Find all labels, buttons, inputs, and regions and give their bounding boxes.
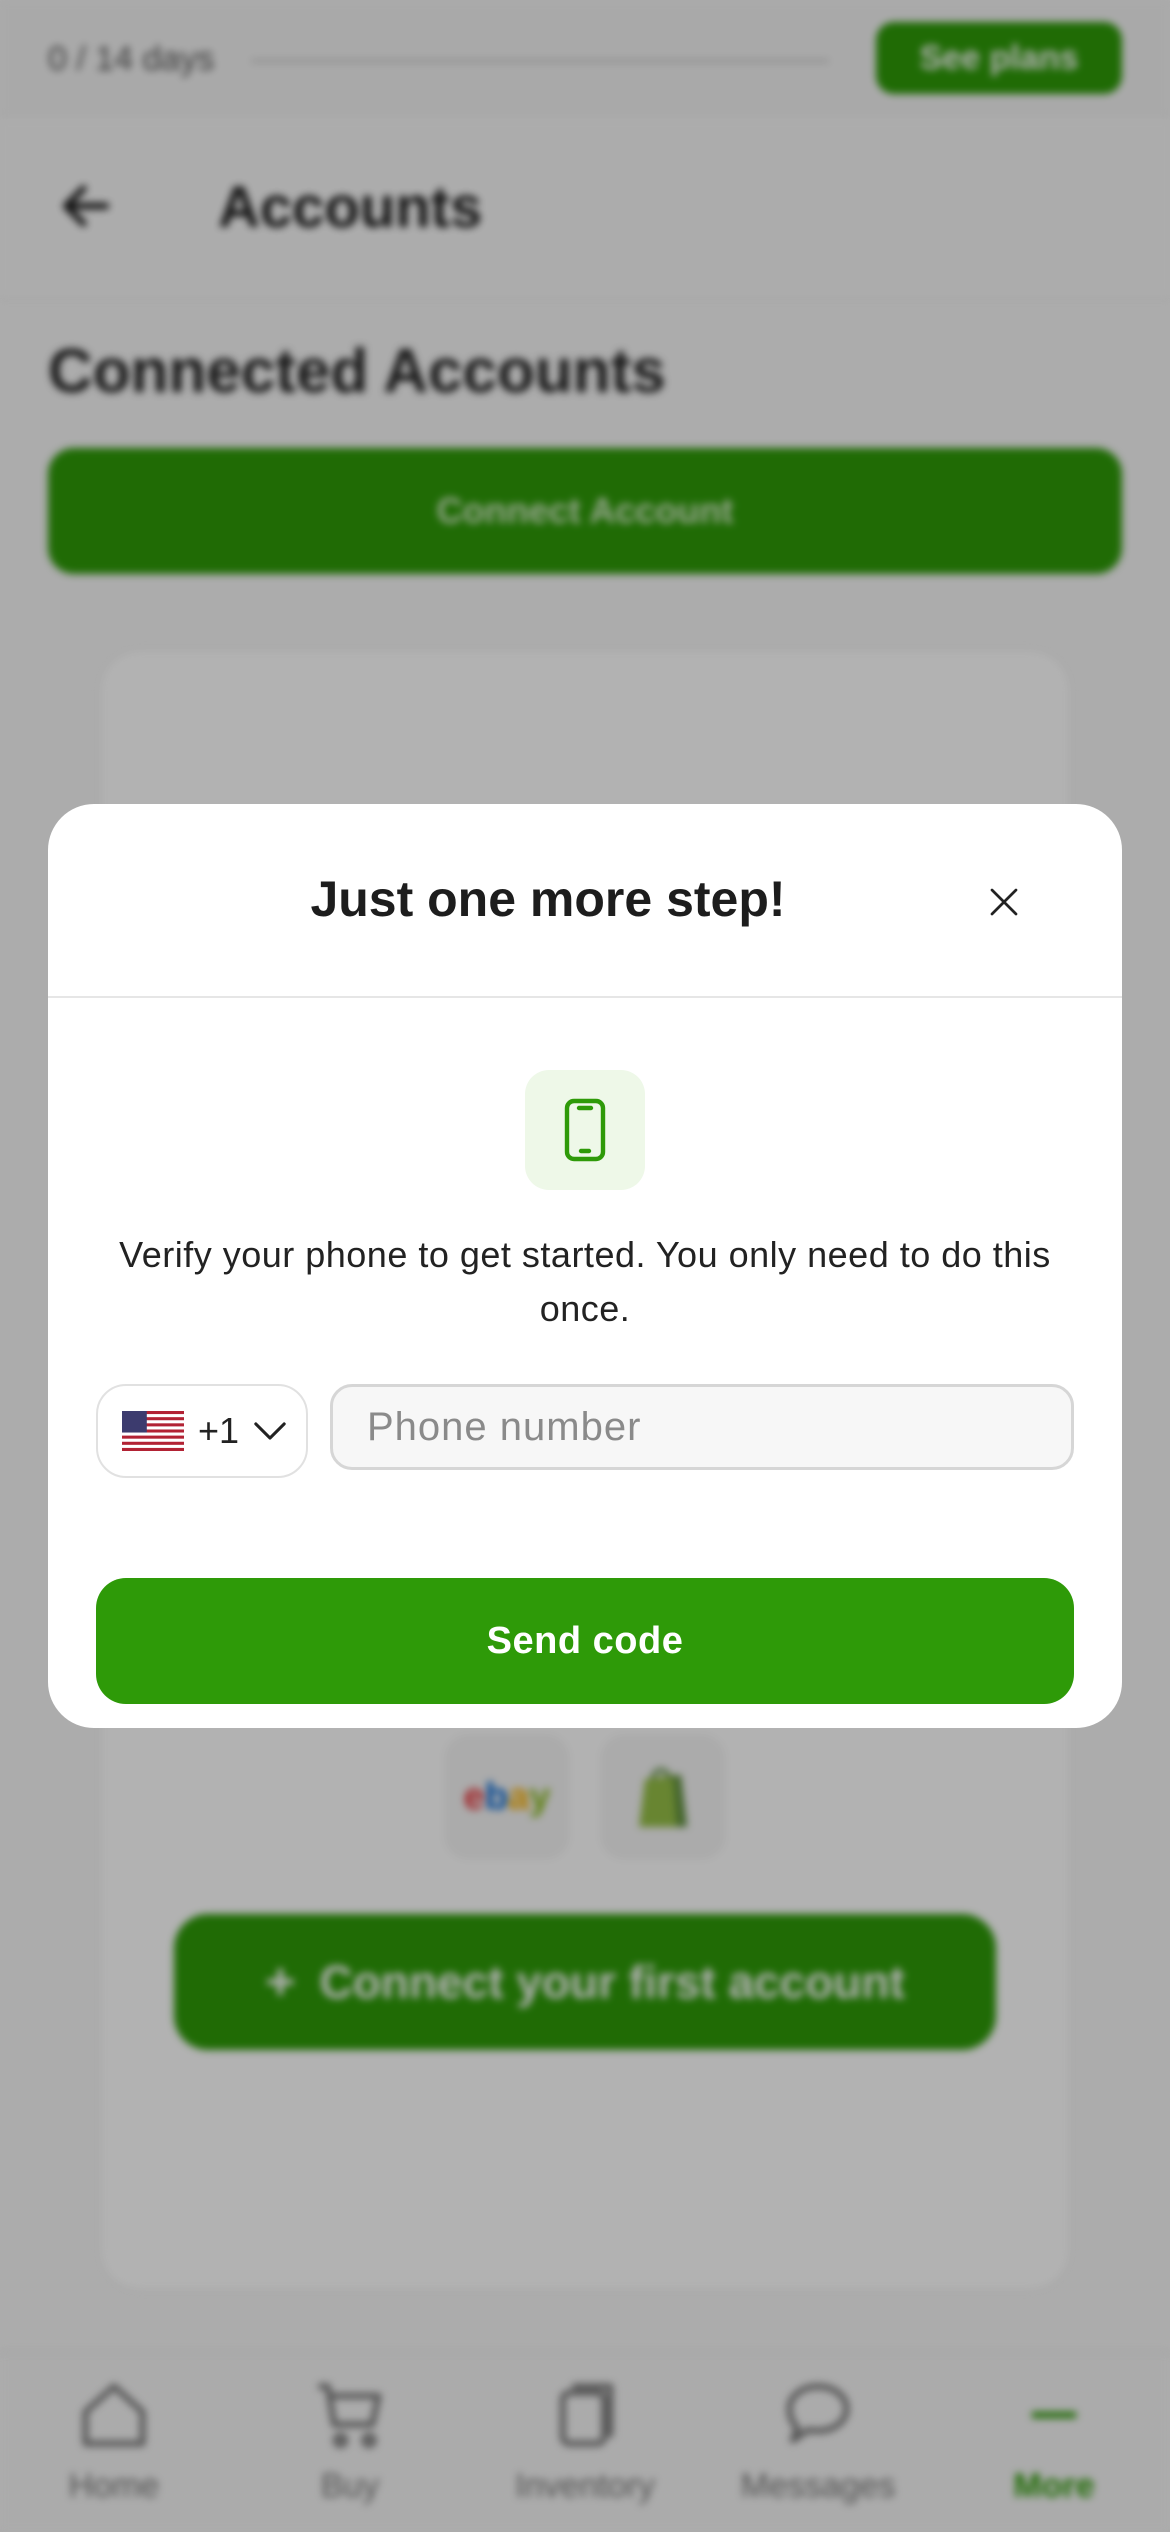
close-icon — [990, 888, 1018, 916]
chevron-down-icon — [254, 1422, 286, 1440]
phone-number-input[interactable] — [330, 1384, 1074, 1470]
us-flag-icon — [122, 1411, 184, 1451]
modal-description: Verify your phone to get started. You on… — [119, 1234, 1051, 1329]
modal-header: Just one more step! — [48, 804, 1122, 998]
send-code-button[interactable]: Send code — [96, 1578, 1074, 1704]
verify-phone-modal: Just one more step! Verify your phone to… — [48, 804, 1122, 1728]
modal-title: Just one more step! — [310, 871, 786, 927]
smartphone-icon — [564, 1098, 606, 1162]
country-code-value: +1 — [198, 1410, 240, 1451]
close-button[interactable] — [978, 876, 1030, 928]
country-code-select[interactable]: +1 — [96, 1384, 308, 1478]
phone-icon-badge — [525, 1070, 645, 1190]
